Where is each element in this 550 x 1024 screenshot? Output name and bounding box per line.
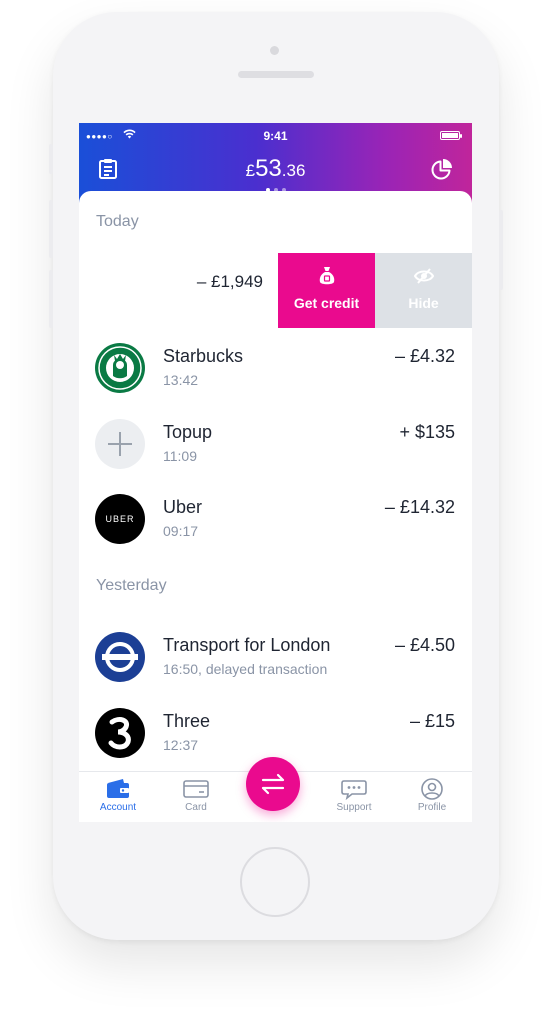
transaction-amount: – £4.50 xyxy=(394,635,455,655)
tab-profile-label: Profile xyxy=(417,802,447,813)
merchant-name: Starbucks xyxy=(163,346,244,366)
balance-integer: 53 xyxy=(255,155,282,182)
transaction-row[interactable]: Topup 11:09 + $135 xyxy=(79,414,472,474)
app-screen: ●●●●○ 9:41 £53.36 Today – £1,949 Get cre… xyxy=(79,123,472,822)
transaction-amount: – £14.32 xyxy=(384,497,455,517)
battery-icon xyxy=(440,131,462,140)
uber-logo: UBER xyxy=(95,494,145,544)
hide-button[interactable]: Hide xyxy=(375,253,472,328)
starbucks-logo xyxy=(95,343,145,393)
transaction-time: 12:37 xyxy=(163,737,199,753)
status-bar: ●●●●○ 9:41 xyxy=(79,128,472,144)
transaction-row[interactable]: Three 12:37 – £15 xyxy=(79,703,472,763)
transaction-time: 13:42 xyxy=(163,372,199,388)
tab-support[interactable]: Support xyxy=(324,778,384,813)
get-credit-label: Get credit xyxy=(293,295,360,311)
section-header-today: Today xyxy=(96,213,139,230)
hide-label: Hide xyxy=(408,295,439,311)
tab-account[interactable]: Account xyxy=(88,778,148,813)
tab-card-label: Card xyxy=(185,802,207,813)
volume-down-button xyxy=(49,270,53,328)
balance-currency: £ xyxy=(245,161,256,180)
transactions-list[interactable]: Today – £1,949 Get credit Hide Starbucks… xyxy=(79,191,472,822)
merchant-name: Three xyxy=(163,711,211,731)
tab-profile[interactable]: Profile xyxy=(402,778,462,813)
transaction-time: 16:50, delayed transaction xyxy=(163,661,328,677)
tab-account-label: Account xyxy=(99,802,137,813)
merchant-name: Uber xyxy=(163,497,203,517)
transfer-button[interactable] xyxy=(246,757,300,811)
front-camera xyxy=(270,46,279,55)
transaction-row[interactable]: Starbucks 13:42 – £4.32 xyxy=(79,338,472,398)
status-time: 9:41 xyxy=(263,129,288,143)
transaction-amount: – £4.32 xyxy=(394,346,455,366)
transfer-arrows-icon xyxy=(261,773,285,795)
plus-icon xyxy=(95,419,145,469)
analytics-pie-icon[interactable] xyxy=(430,157,454,181)
get-credit-button[interactable]: Get credit xyxy=(278,253,375,328)
transaction-time: 09:17 xyxy=(163,523,199,539)
tab-support-label: Support xyxy=(336,802,372,813)
transaction-amount: – £1,949 xyxy=(196,272,263,291)
merchant-name: Topup xyxy=(163,422,213,442)
home-button[interactable] xyxy=(240,847,310,917)
earpiece-speaker xyxy=(238,71,314,78)
tfl-roundel-logo xyxy=(95,632,145,682)
chat-bubble-icon xyxy=(341,780,367,800)
merchant-name: Transport for London xyxy=(163,635,331,655)
section-header-yesterday: Yesterday xyxy=(96,577,167,594)
profile-icon xyxy=(421,778,443,800)
wallet-icon xyxy=(107,779,129,798)
mute-switch xyxy=(49,144,53,174)
money-bag-icon xyxy=(319,267,334,285)
tab-card[interactable]: Card xyxy=(166,778,226,813)
power-button xyxy=(499,210,503,290)
hide-eye-icon xyxy=(413,268,434,284)
transaction-row[interactable]: UBER Uber 09:17 – £14.32 xyxy=(79,489,472,549)
volume-up-button xyxy=(49,200,53,258)
card-icon xyxy=(183,780,209,798)
transaction-time: 11:09 xyxy=(163,448,197,464)
transaction-amount: + $135 xyxy=(399,422,455,442)
transaction-row[interactable]: Transport for London 16:50, delayed tran… xyxy=(79,627,472,687)
balance-decimal: .36 xyxy=(281,161,306,180)
transaction-amount: – £15 xyxy=(409,711,455,731)
three-logo xyxy=(95,708,145,758)
